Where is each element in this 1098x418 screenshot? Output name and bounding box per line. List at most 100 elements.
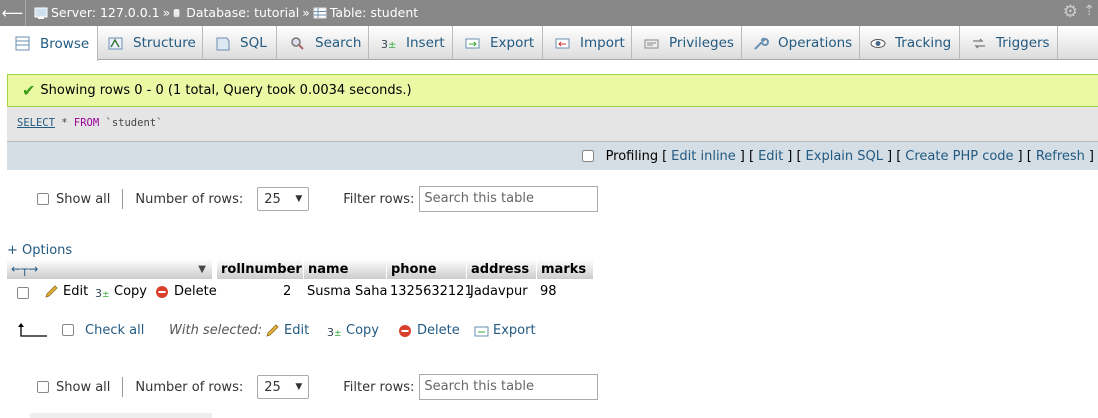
explain-sql-link[interactable]: Explain SQL bbox=[806, 149, 883, 164]
check-all-link[interactable]: Check all bbox=[85, 323, 144, 338]
profiling-label: Profiling bbox=[605, 148, 659, 164]
tab-bar: Browse Structure SQL Search 3 ± Insert Ex… bbox=[0, 26, 1098, 61]
tab-insert[interactable]: 3 ± Insert bbox=[369, 26, 453, 60]
bulk-export-button[interactable]: Export bbox=[474, 323, 536, 338]
tab-privileges[interactable]: Privileges bbox=[632, 26, 742, 60]
check-all-checkbox[interactable] bbox=[62, 324, 74, 336]
tab-label: Operations bbox=[778, 35, 853, 51]
column-header-name[interactable]: name bbox=[304, 259, 387, 279]
breadcrumb: Server: 127.0.0.1 » Database: tutorial »… bbox=[34, 5, 418, 20]
insert-icon: 3 ± bbox=[381, 38, 396, 51]
bulk-edit-button[interactable]: Edit bbox=[265, 323, 309, 338]
row-delete-label: Delete bbox=[174, 284, 217, 299]
column-resize-icon[interactable]: ←┬→ bbox=[11, 262, 38, 276]
filter-input[interactable]: Search this table bbox=[419, 374, 599, 400]
cell-rollnumber[interactable]: 2 bbox=[283, 284, 291, 299]
sql-query-box: SELECT * FROM `student` bbox=[7, 107, 1098, 141]
copy-icon: 3 ± bbox=[95, 287, 110, 299]
svg-text:3: 3 bbox=[381, 38, 388, 51]
sort-arrow-icon[interactable]: ▼ bbox=[198, 264, 206, 275]
privileges-icon bbox=[644, 39, 659, 48]
triggers-icon bbox=[973, 38, 985, 48]
row-edit-button[interactable]: Edit bbox=[44, 284, 88, 299]
cell-phone[interactable]: 1325632121 bbox=[390, 284, 473, 299]
breadcrumb-separator: » bbox=[162, 5, 171, 20]
bulk-actions: Check all With selected: Edit 3 ± Copy De… bbox=[18, 320, 618, 344]
row-delete-button[interactable]: Delete bbox=[155, 284, 217, 299]
column-header-phone[interactable]: phone bbox=[387, 259, 467, 279]
profiling-checkbox[interactable] bbox=[581, 150, 594, 162]
gear-icon[interactable]: ⚙ bbox=[1063, 2, 1078, 22]
collapse-icon[interactable]: ⇡ bbox=[1083, 3, 1095, 19]
table-icon bbox=[313, 7, 327, 18]
svg-text:±: ± bbox=[388, 40, 396, 51]
breadcrumb-database[interactable]: Database: tutorial bbox=[186, 5, 299, 20]
row-copy-label: Copy bbox=[114, 284, 147, 299]
back-arrow-icon[interactable]: ⟵ bbox=[0, 0, 26, 26]
tab-label: Import bbox=[580, 35, 625, 51]
cell-address[interactable]: Jadavpur bbox=[470, 284, 528, 299]
cell-marks[interactable]: 98 bbox=[540, 284, 557, 299]
structure-icon bbox=[108, 37, 123, 49]
tab-import[interactable]: Import bbox=[543, 26, 632, 60]
message-text: Showing rows 0 - 0 (1 total, Query took … bbox=[40, 83, 412, 98]
tab-export[interactable]: Export bbox=[453, 26, 543, 60]
tab-sql[interactable]: SQL bbox=[203, 26, 277, 60]
tab-label: Structure bbox=[133, 35, 196, 51]
column-header-address[interactable]: address bbox=[467, 259, 537, 279]
breadcrumb-bar: ⟵ Server: 127.0.0.1 » Database: tutorial… bbox=[0, 0, 1098, 26]
refresh-link[interactable]: Refresh bbox=[1036, 149, 1085, 164]
bracket: ] [ bbox=[787, 148, 802, 164]
filter-input[interactable]: Search this table bbox=[419, 186, 599, 212]
show-all-label[interactable]: Show all bbox=[56, 192, 110, 207]
row-copy-button[interactable]: 3 ± Copy bbox=[95, 284, 147, 299]
show-all-label[interactable]: Show all bbox=[56, 380, 110, 395]
breadcrumb-table[interactable]: Table: student bbox=[330, 5, 418, 20]
tab-triggers[interactable]: Triggers bbox=[960, 26, 1058, 60]
tab-label: Export bbox=[490, 35, 535, 51]
sql-icon bbox=[216, 37, 230, 50]
column-header-marks[interactable]: marks bbox=[537, 259, 594, 279]
svg-text:±: ± bbox=[334, 329, 342, 338]
bulk-copy-button[interactable]: 3 ± Copy bbox=[327, 323, 379, 338]
tab-operations[interactable]: Operations bbox=[742, 26, 860, 60]
column-header-rollnumber[interactable]: rollnumber bbox=[217, 259, 304, 279]
rows-select[interactable]: 25 ▼ bbox=[257, 187, 310, 211]
sql-keyword-select[interactable]: SELECT bbox=[17, 117, 55, 129]
delete-icon bbox=[399, 324, 411, 337]
row-edit-label: Edit bbox=[63, 284, 89, 299]
eye-icon bbox=[870, 38, 886, 48]
svg-text:3: 3 bbox=[95, 287, 102, 299]
tab-tracking[interactable]: Tracking bbox=[860, 26, 960, 60]
show-all-checkbox[interactable] bbox=[37, 381, 49, 393]
tab-label: Privileges bbox=[669, 35, 734, 51]
success-message: ✔ Showing rows 0 - 0 (1 total, Query too… bbox=[7, 74, 1098, 107]
edit-link[interactable]: Edit bbox=[758, 149, 783, 164]
server-icon bbox=[34, 7, 48, 19]
rows-select-value: 25 bbox=[264, 191, 281, 207]
navigation-bottom: Show all Number of rows: 25 ▼ Filter row… bbox=[37, 372, 599, 402]
bracket: ] [ bbox=[887, 148, 902, 164]
delete-icon bbox=[156, 285, 168, 298]
footer-edge bbox=[30, 413, 212, 418]
row-checkbox[interactable] bbox=[17, 287, 29, 299]
tab-browse[interactable]: Browse bbox=[0, 26, 98, 61]
rows-select[interactable]: 25 ▼ bbox=[257, 375, 310, 399]
select-arrow-icon bbox=[18, 322, 48, 338]
tab-structure[interactable]: Structure bbox=[98, 26, 203, 60]
tab-label: Search bbox=[315, 35, 362, 51]
bulk-delete-button[interactable]: Delete bbox=[398, 323, 460, 338]
dropdown-arrow-icon: ▼ bbox=[295, 382, 303, 392]
show-all-checkbox[interactable] bbox=[37, 193, 49, 205]
cell-name[interactable]: Susma Saha bbox=[307, 284, 387, 299]
tab-label: Tracking bbox=[895, 35, 952, 51]
tab-label: Insert bbox=[406, 35, 445, 51]
options-link[interactable]: + Options bbox=[7, 243, 72, 258]
tab-search[interactable]: Search bbox=[277, 26, 369, 60]
breadcrumb-server[interactable]: Server: 127.0.0.1 bbox=[51, 5, 160, 20]
divider bbox=[122, 377, 124, 397]
dropdown-arrow-icon: ▼ bbox=[295, 194, 303, 204]
edit-inline-link[interactable]: Edit inline bbox=[671, 149, 736, 164]
filter-label: Filter rows: bbox=[343, 379, 415, 395]
create-php-code-link[interactable]: Create PHP code bbox=[905, 149, 1013, 164]
